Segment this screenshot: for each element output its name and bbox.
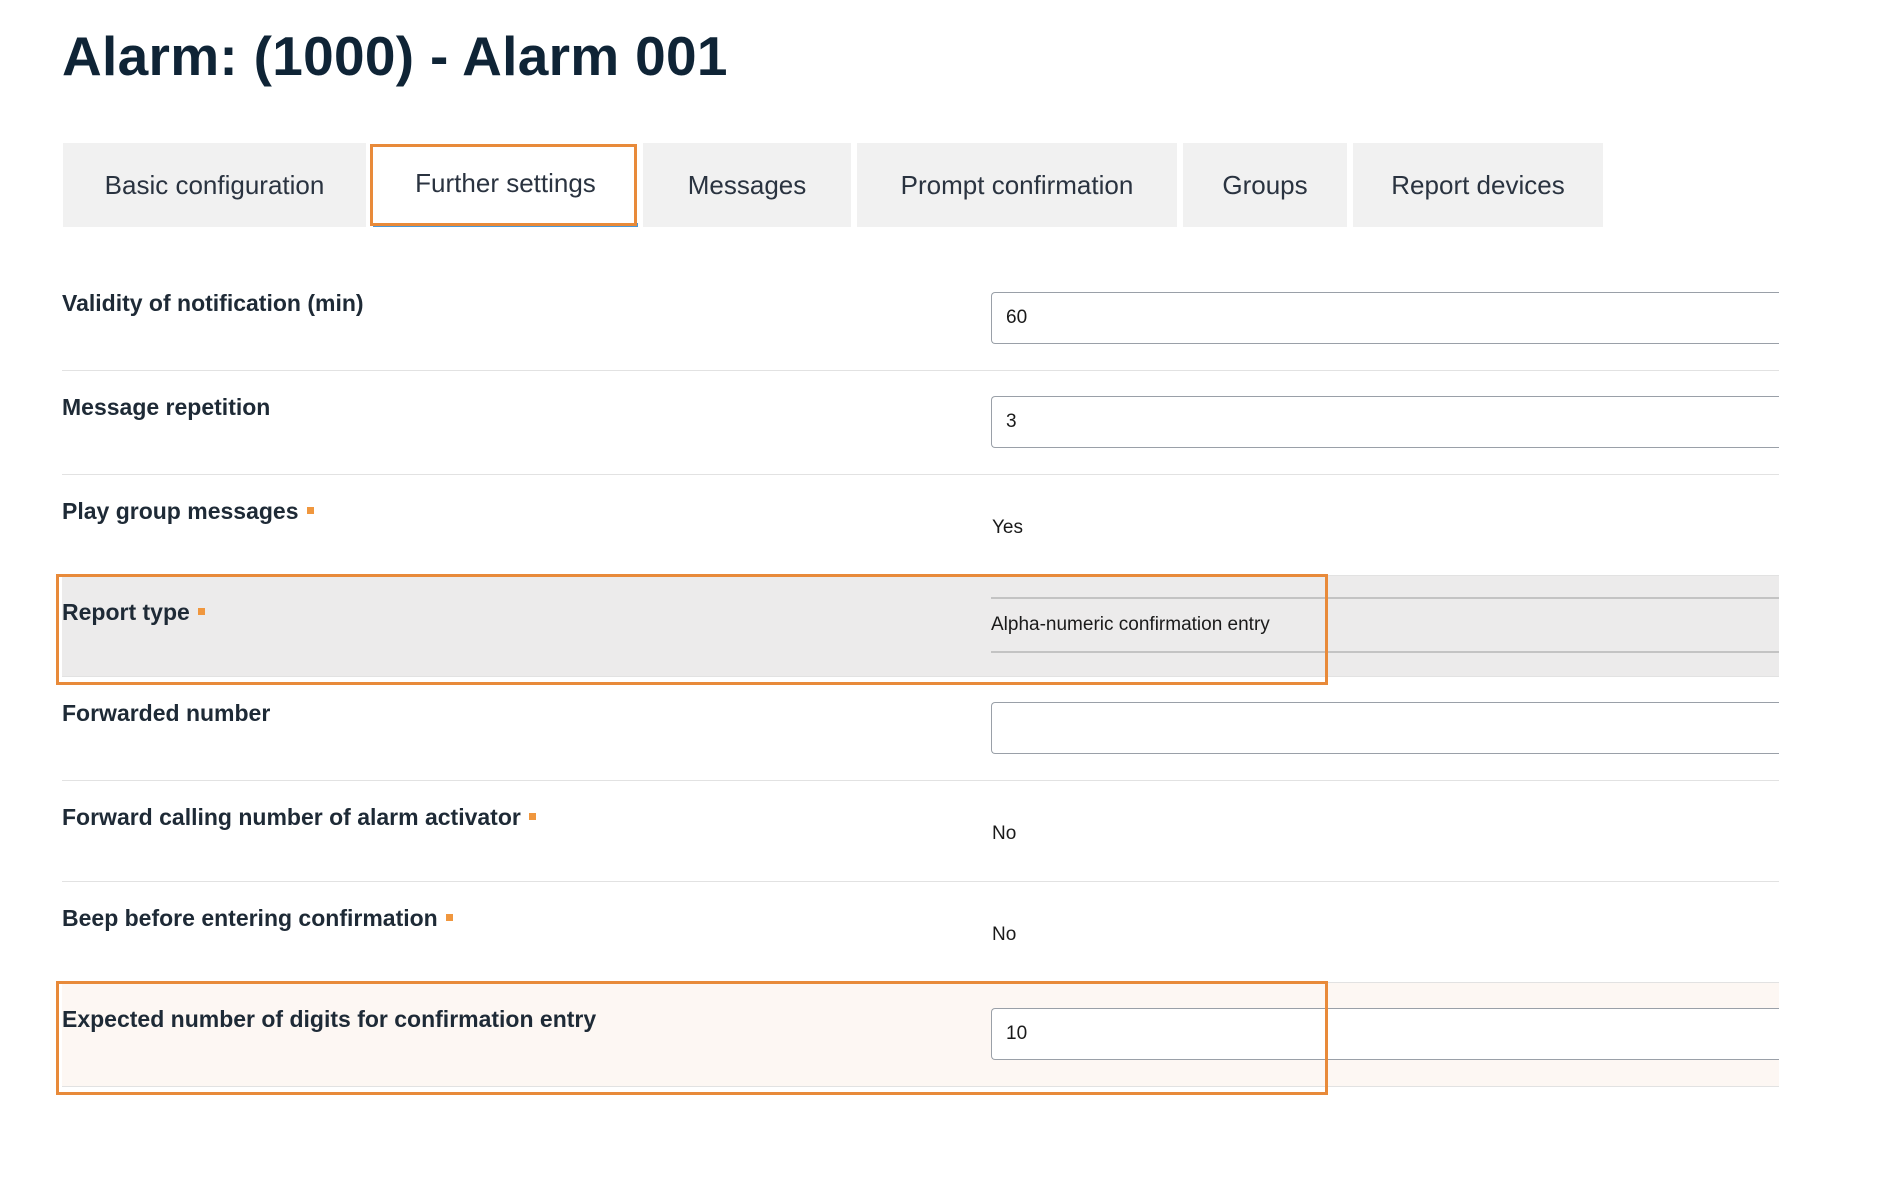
report-type-value: Alpha-numeric confirmation entry (991, 614, 1270, 635)
tab-report-devices[interactable]: Report devices (1353, 143, 1603, 227)
page-title: Alarm: (1000) - Alarm 001 (62, 25, 728, 87)
expected-digits-label: Expected number of digits for confirmati… (62, 1006, 597, 1032)
report-type-select[interactable]: Alpha-numeric confirmation entry (991, 597, 1779, 653)
form-row-beep: Beep before entering confirmation No (62, 882, 1779, 983)
forward-calling-label-text: Forward calling number of alarm activato… (62, 804, 521, 830)
form-row-report-type: Report type Alpha-numeric confirmation e… (62, 576, 1779, 677)
beep-label: Beep before entering confirmation (62, 905, 453, 932)
forward-calling-value[interactable]: No (992, 823, 1016, 845)
form-row-forwarded-number: Forwarded number (62, 677, 1779, 781)
tab-groups[interactable]: Groups (1183, 143, 1347, 227)
play-group-label-text: Play group messages (62, 498, 299, 524)
required-marker-icon (445, 914, 453, 922)
tab-basic-configuration[interactable]: Basic configuration (63, 143, 366, 227)
tab-bar: Basic configuration Further settings Mes… (63, 143, 1603, 227)
validity-input[interactable] (991, 292, 1779, 344)
report-type-label-text: Report type (62, 599, 190, 625)
play-group-label: Play group messages (62, 498, 314, 525)
validity-label: Validity of notification (min) (62, 290, 364, 316)
repetition-label: Message repetition (62, 394, 271, 420)
tab-further-settings[interactable]: Further settings (373, 143, 638, 227)
beep-label-text: Beep before entering confirmation (62, 905, 438, 931)
required-marker-icon (197, 608, 205, 616)
expected-digits-input[interactable] (991, 1008, 1779, 1060)
tab-prompt-confirmation[interactable]: Prompt confirmation (857, 143, 1177, 227)
forwarded-number-input[interactable] (991, 702, 1779, 754)
report-type-label: Report type (62, 599, 205, 626)
play-group-value[interactable]: Yes (992, 517, 1023, 539)
form-row-expected-digits: Expected number of digits for confirmati… (62, 983, 1779, 1087)
form-row-validity: Validity of notification (min) (62, 267, 1779, 371)
form-row-play-group: Play group messages Yes (62, 475, 1779, 576)
forwarded-number-label: Forwarded number (62, 700, 271, 726)
repetition-input[interactable] (991, 396, 1779, 448)
beep-value[interactable]: No (992, 924, 1016, 946)
required-marker-icon (528, 813, 536, 821)
form-row-forward-calling: Forward calling number of alarm activato… (62, 781, 1779, 882)
form-row-repetition: Message repetition (62, 371, 1779, 475)
tab-messages[interactable]: Messages (643, 143, 851, 227)
required-marker-icon (306, 507, 314, 515)
forward-calling-label: Forward calling number of alarm activato… (62, 804, 536, 831)
